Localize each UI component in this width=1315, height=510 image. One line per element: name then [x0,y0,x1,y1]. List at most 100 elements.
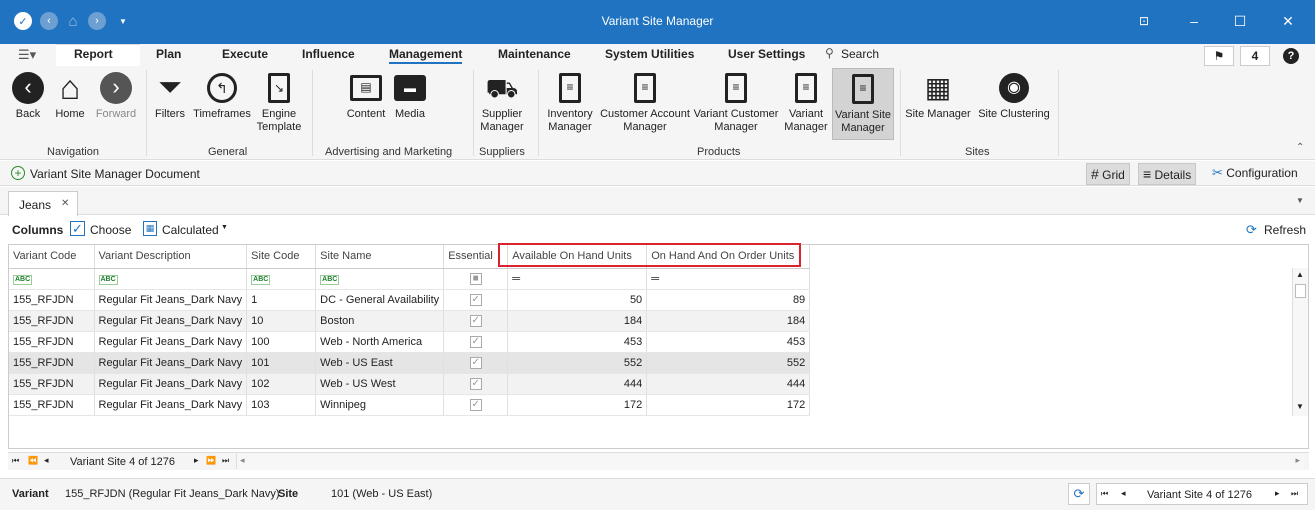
cell-site-code[interactable]: 101 [246,352,317,374]
calculated-button[interactable]: Calculated [162,223,219,237]
variant-manager-button[interactable]: ≡ Variant Manager [784,68,828,134]
scroll-down-icon[interactable]: ▼ [1296,402,1304,411]
prev-page-icon[interactable]: ⏪ [28,456,38,465]
calculated-dropdown-icon[interactable]: ▼ [221,224,228,231]
filter-essential[interactable]: ■ [443,268,509,290]
status-next-record-icon[interactable]: ▸ [1275,488,1280,499]
cell-variant-code[interactable]: 155_RFJDN [9,310,95,332]
next-record-icon[interactable]: ▸ [194,455,199,466]
cell-on-hand-on-order[interactable]: 172 [646,394,811,416]
cell-site-name[interactable]: DC - General Availability [315,289,445,311]
cell-on-hand-on-order[interactable]: 444 [646,373,811,395]
table-row-selected[interactable]: 155_RFJDN Regular Fit Jeans_Dark Navy 10… [9,352,811,374]
col-header-site-name[interactable]: Site Name [315,245,445,269]
status-first-record-icon[interactable]: ⏮ [1101,489,1108,499]
cell-essential[interactable]: ✓ [443,310,509,332]
filter-variant-description[interactable]: ABC [94,268,248,290]
col-header-variant-code[interactable]: Variant Code [9,245,95,269]
col-header-site-code[interactable]: Site Code [246,245,317,269]
cell-variant-description[interactable]: Regular Fit Jeans_Dark Navy [94,310,248,332]
cell-variant-description[interactable]: Regular Fit Jeans_Dark Navy [94,289,248,311]
filter-site-code[interactable]: ABC [246,268,317,290]
filter-available-on-hand[interactable]: ═ [507,268,648,290]
filter-on-hand-on-order[interactable]: ═ [646,268,811,290]
cell-available-on-hand[interactable]: 50 [507,289,648,311]
essential-checkbox[interactable]: ✓ [469,357,482,369]
cell-site-name[interactable]: Web - US West [315,373,445,395]
variant-site-manager-button[interactable]: ≡ Variant Site Manager [832,68,894,140]
tab-jeans[interactable]: Jeans ✕ [8,191,78,216]
inventory-manager-button[interactable]: ≡ Inventory Manager [542,68,598,134]
cell-site-name[interactable]: Web - US East [315,352,445,374]
menu-user-settings[interactable]: User Settings [728,47,805,61]
cell-variant-description[interactable]: Regular Fit Jeans_Dark Navy [94,331,248,353]
search-icon[interactable]: ⚲ [825,46,834,60]
scroll-right-icon[interactable]: ▸ [1295,455,1300,466]
maximize-button[interactable]: ☐ [1228,10,1252,32]
menu-influence[interactable]: Influence [302,47,355,61]
cell-variant-description[interactable]: Regular Fit Jeans_Dark Navy [94,394,248,416]
grid-view-button[interactable]: # Grid [1086,163,1130,185]
close-button[interactable]: ✕ [1276,10,1300,32]
cell-essential[interactable]: ✓ [443,373,509,395]
table-row[interactable]: 155_RFJDN Regular Fit Jeans_Dark Navy 10… [9,310,811,332]
configuration-button[interactable]: ✂ Configuration [1208,163,1302,185]
cell-variant-code[interactable]: 155_RFJDN [9,352,95,374]
cell-essential[interactable]: ✓ [443,331,509,353]
cell-available-on-hand[interactable]: 184 [507,310,648,332]
menu-plan[interactable]: Plan [156,47,181,61]
cell-available-on-hand[interactable]: 552 [507,352,648,374]
col-header-variant-description[interactable]: Variant Description [94,245,248,269]
add-document-icon[interactable]: + [11,166,25,180]
content-button[interactable]: ▤ Content [344,68,388,121]
essential-checkbox[interactable]: ✓ [469,315,482,327]
essential-checkbox[interactable]: ✓ [469,399,482,411]
engine-template-button[interactable]: ↘ Engine Template [254,68,304,134]
home-button[interactable]: ⌂ Home [52,68,88,121]
refresh-icon[interactable]: ⟳ [1246,222,1257,238]
cell-variant-code[interactable]: 155_RFJDN [9,373,95,395]
forward-button[interactable]: › Forward [94,68,138,121]
cell-site-code[interactable]: 103 [246,394,317,416]
cell-variant-code[interactable]: 155_RFJDN [9,331,95,353]
help-icon[interactable]: ? [1276,46,1306,66]
status-refresh-icon[interactable]: ⟳ [1068,483,1090,505]
close-tab-icon[interactable]: ✕ [61,198,69,209]
vertical-scrollbar[interactable]: ▲ ▼ [1292,268,1308,416]
essential-checkbox[interactable]: ✓ [469,294,482,306]
menu-management[interactable]: Management [389,47,463,64]
cell-site-name[interactable]: Winnipeg [315,394,445,416]
filters-button[interactable]: ⏷ Filters [152,68,188,121]
choose-checkbox-icon[interactable]: ✓ [70,221,85,236]
table-row[interactable]: 155_RFJDN Regular Fit Jeans_Dark Navy 10… [9,394,811,416]
app-menu-icon[interactable]: ☰▾ [18,47,36,63]
cell-site-code[interactable]: 1 [246,289,317,311]
scroll-thumb[interactable] [1295,284,1306,298]
cell-essential[interactable]: ✓ [443,289,509,311]
cell-essential[interactable]: ✓ [443,352,509,374]
menu-system-utilities[interactable]: System Utilities [605,47,694,61]
essential-checkbox[interactable]: ✓ [469,378,482,390]
filter-variant-code[interactable]: ABC [9,268,95,290]
prev-record-icon[interactable]: ◂ [44,455,49,466]
horizontal-scrollbar[interactable]: ◂ ▸ [236,454,1304,469]
cell-site-name[interactable]: Boston [315,310,445,332]
variant-customer-manager-button[interactable]: ≡ Variant Customer Manager [692,68,780,134]
cell-available-on-hand[interactable]: 444 [507,373,648,395]
cell-available-on-hand[interactable]: 172 [507,394,648,416]
restore-layout-icon[interactable]: ⊡ [1132,10,1156,32]
scroll-left-icon[interactable]: ◂ [240,455,245,466]
menu-execute[interactable]: Execute [222,47,268,61]
essential-checkbox[interactable]: ✓ [469,336,482,348]
refresh-button[interactable]: Refresh [1264,223,1306,237]
last-record-icon[interactable]: ⏭ [222,456,229,466]
tab-list-dropdown-icon[interactable]: ▼ [1296,196,1304,205]
table-row[interactable]: 155_RFJDN Regular Fit Jeans_Dark Navy 10… [9,331,811,353]
collapse-ribbon-icon[interactable]: ⌃ [1296,142,1304,153]
first-record-icon[interactable]: ⏮ [12,456,19,466]
cell-site-code[interactable]: 100 [246,331,317,353]
flag-icon[interactable]: ⚑ [1204,46,1234,66]
supplier-manager-button[interactable]: ⛟ Supplier Manager [478,68,526,134]
cell-available-on-hand[interactable]: 453 [507,331,648,353]
cell-on-hand-on-order[interactable]: 89 [646,289,811,311]
